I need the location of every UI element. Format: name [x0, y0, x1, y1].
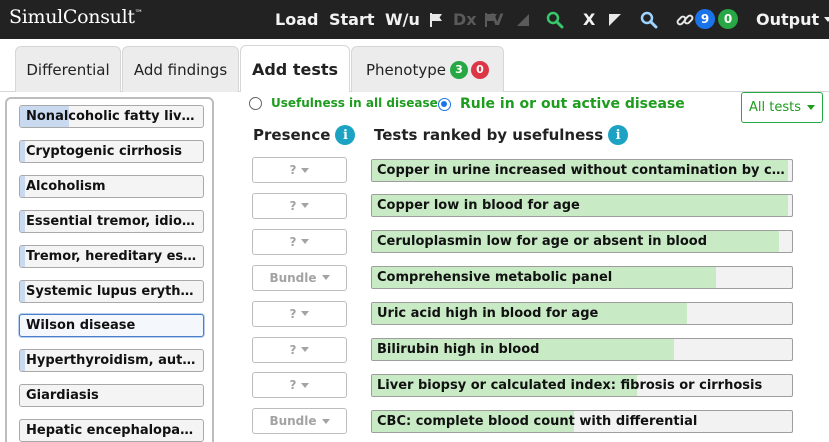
phenotype-badge-green: 3	[449, 60, 468, 79]
diagnosis-item[interactable]: Systemic lupus erythe...	[19, 279, 204, 303]
search-findings-icon[interactable]	[546, 0, 564, 39]
test-row[interactable]: Bilirubin high in blood	[371, 338, 793, 361]
tab-differential[interactable]: Differential	[15, 46, 121, 92]
chevron-down-icon	[301, 382, 310, 388]
tab-phenotype[interactable]: Phenotype 3 0	[351, 46, 504, 92]
load-button[interactable]: Load	[275, 0, 318, 39]
presence-dropdown[interactable]: ?	[252, 336, 347, 363]
test-label: Copper low in blood for age	[377, 198, 580, 214]
radio-rule-in-out-indicator[interactable]	[438, 97, 451, 111]
diagnosis-label: Cryptogenic cirrhosis	[26, 143, 183, 159]
flag-icon[interactable]	[428, 0, 444, 39]
tab-add-tests[interactable]: Add tests	[240, 45, 350, 92]
chevron-down-icon	[301, 239, 310, 245]
diagnosis-item[interactable]: Tremor, hereditary esse...	[19, 244, 204, 268]
workup-button[interactable]: W/u	[385, 0, 420, 39]
diagnosis-probability-bar	[20, 280, 26, 302]
test-label: Liver biopsy or calculated index: fibros…	[377, 377, 763, 393]
diagnosis-item[interactable]: Alcoholism	[19, 174, 204, 198]
diagnosis-probability-bar	[20, 350, 26, 372]
test-row[interactable]: Copper in urine increased without contam…	[371, 158, 793, 182]
presence-value: ?	[289, 306, 297, 321]
diagnosis-probability-bar	[20, 210, 26, 232]
test-row[interactable]: Ceruloplasmin low for age or absent in b…	[371, 230, 793, 254]
test-row[interactable]: CBC: complete blood count with different…	[371, 409, 793, 433]
presence-dropdown[interactable]: ?	[252, 228, 347, 255]
test-label: Bilirubin high in blood	[377, 342, 540, 357]
test-row[interactable]: Liver biopsy or calculated index: fibros…	[371, 373, 793, 397]
test-label: Comprehensive metabolic panel	[377, 270, 613, 286]
diagnosis-item[interactable]: Hepatic encephalopathy	[19, 419, 204, 442]
diagnosis-label: Systemic lupus erythe...	[26, 283, 199, 299]
presence-value: ?	[289, 163, 297, 177]
presence-value: Bundle	[269, 270, 317, 285]
ranked-info-icon[interactable]: i	[608, 125, 629, 145]
diagnosis-item[interactable]: Essential tremor, idiop...	[19, 209, 204, 233]
v-button[interactable]: V	[491, 0, 503, 39]
diagnosis-probability-bar	[20, 175, 26, 197]
presence-dropdown[interactable]: ?	[252, 300, 347, 327]
chevron-down-icon	[301, 311, 310, 317]
diagnosis-item[interactable]: Giardiasis	[19, 384, 204, 408]
diagnosis-item[interactable]: Wilson disease	[19, 314, 204, 338]
presence-dropdown[interactable]: Bundle	[252, 408, 347, 435]
test-label: CBC: complete blood count with different…	[377, 413, 698, 429]
top-bar: SimulConsult™ Load Start W/u Dx V X 9 0 …	[0, 0, 829, 39]
corner-icon	[515, 0, 531, 39]
x-button[interactable]: X	[583, 0, 595, 39]
links-badge-blue: 9	[695, 9, 715, 29]
diagnosis-probability-bar	[20, 140, 26, 162]
phenotype-badge-red: 0	[470, 60, 489, 79]
diagnosis-item[interactable]: Nonalcoholic fatty live...	[19, 105, 204, 128]
presence-value: ?	[289, 378, 297, 393]
diagnosis-label: Tremor, hereditary esse...	[26, 248, 199, 264]
diagnosis-label: Wilson disease	[26, 318, 136, 334]
presence-dropdown[interactable]: ?	[252, 372, 347, 399]
presence-dropdown[interactable]: Bundle	[252, 264, 347, 291]
app-logo[interactable]: SimulConsult™	[9, 6, 143, 28]
all-tests-dropdown[interactable]: All tests	[741, 92, 823, 123]
chevron-down-icon	[301, 203, 310, 209]
triangle-corner-icon[interactable]	[607, 0, 623, 39]
presence-dropdown[interactable]: ?	[252, 192, 347, 219]
diagnosis-item[interactable]: Cryptogenic cirrhosis	[19, 139, 204, 163]
diagnosis-label: Nonalcoholic fatty live...	[26, 109, 199, 124]
presence-info-icon[interactable]: i	[335, 125, 356, 145]
presence-value: ?	[289, 342, 297, 357]
test-row[interactable]: Uric acid high in blood for age	[371, 302, 793, 326]
presence-value: ?	[289, 198, 297, 213]
diagnosis-probability-bar	[20, 245, 26, 267]
presence-value: ?	[289, 234, 297, 249]
link-icon[interactable]	[675, 0, 695, 39]
test-label: Copper in urine increased without contam…	[377, 162, 788, 178]
diagnosis-label: Essential tremor, idiop...	[26, 213, 199, 229]
radio-usefulness-all-indicator[interactable]	[249, 96, 262, 110]
output-menu[interactable]: Output	[756, 0, 829, 39]
diagnosis-label: Hyperthyroidism, autoi...	[26, 353, 199, 369]
presence-dropdown[interactable]: ?	[252, 157, 347, 183]
dx-button[interactable]: Dx	[453, 0, 477, 39]
diagnosis-label: Hepatic encephalopathy	[26, 423, 199, 439]
chevron-down-icon	[301, 347, 310, 352]
test-row[interactable]: Copper low in blood for age	[371, 194, 793, 218]
test-label: Ceruloplasmin low for age or absent in b…	[377, 234, 707, 250]
links-badge-green: 0	[718, 9, 738, 29]
diagnosis-label: Giardiasis	[26, 388, 99, 404]
diagnosis-item[interactable]: Hyperthyroidism, autoi...	[19, 349, 204, 373]
test-label: Uric acid high in blood for age	[377, 306, 599, 322]
start-button[interactable]: Start	[329, 0, 375, 39]
diagnosis-label: Alcoholism	[26, 178, 106, 194]
tests-ranked-header: Tests ranked by usefulness i	[374, 125, 629, 145]
presence-value: Bundle	[269, 414, 317, 429]
chevron-down-icon	[321, 418, 330, 424]
radio-rule-in-out[interactable]: Rule in or out active disease	[438, 96, 685, 112]
search-icon[interactable]	[640, 0, 658, 39]
tab-add-findings[interactable]: Add findings	[122, 46, 239, 92]
radio-usefulness-all[interactable]: Usefulness in all diseases	[249, 96, 445, 110]
presence-header: Presence i	[253, 125, 356, 145]
test-row[interactable]: Comprehensive metabolic panel	[371, 266, 793, 290]
chevron-down-icon	[321, 275, 330, 281]
chevron-down-icon	[301, 167, 310, 173]
